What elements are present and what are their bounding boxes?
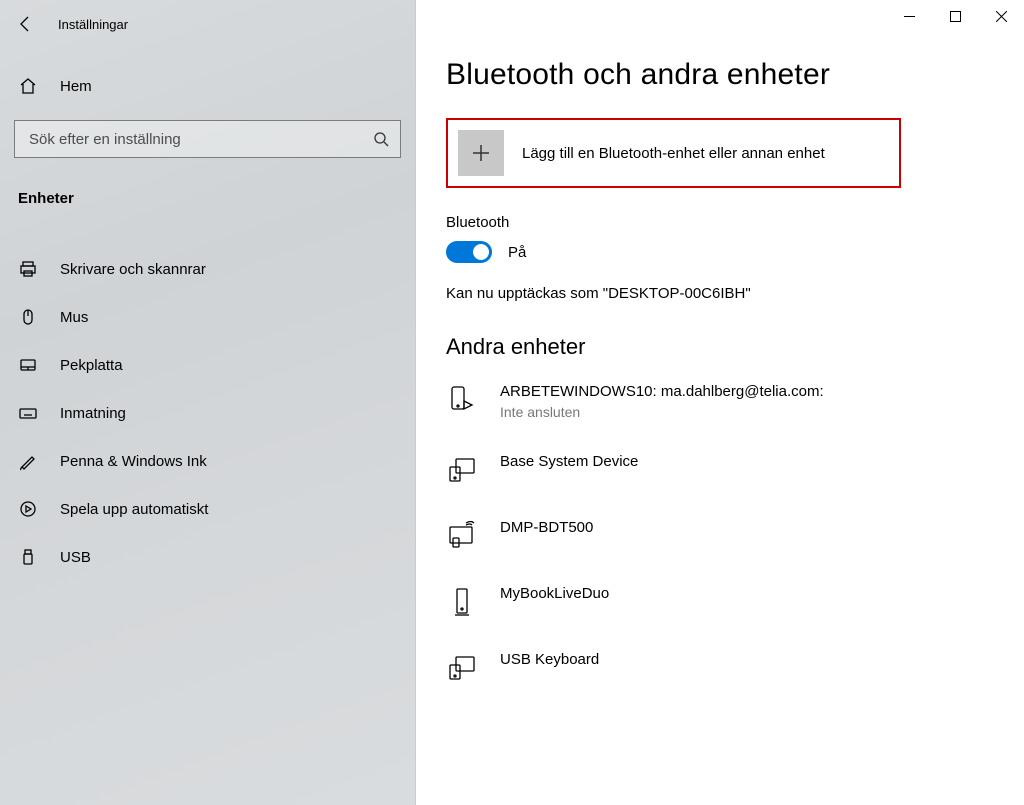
home-icon bbox=[18, 76, 38, 96]
autoplay-icon bbox=[18, 499, 38, 519]
sidebar-item-printers[interactable]: Skrivare och skannrar bbox=[0, 245, 415, 293]
phone-sync-icon bbox=[446, 382, 478, 416]
window-title: Inställningar bbox=[58, 17, 128, 32]
multi-device-icon bbox=[446, 650, 478, 684]
sidebar-item-pen[interactable]: Penna & Windows Ink bbox=[0, 437, 415, 485]
discoverable-text: Kan nu upptäckas som "DESKTOP-00C6IBH" bbox=[446, 285, 1004, 302]
device-item[interactable]: USB Keyboard bbox=[446, 644, 1004, 700]
sidebar-nav-list: Skrivare och skannrar Mus Pekplatta Inma… bbox=[0, 245, 415, 581]
sidebar-item-autoplay[interactable]: Spela upp automatiskt bbox=[0, 485, 415, 533]
usb-icon bbox=[18, 547, 38, 567]
bluetooth-label: Bluetooth bbox=[446, 214, 1004, 231]
back-button[interactable] bbox=[16, 14, 36, 34]
minimize-button[interactable] bbox=[886, 0, 932, 32]
titlebar-left: Inställningar bbox=[0, 0, 415, 48]
nav-label: Inmatning bbox=[60, 405, 126, 422]
sidebar: Inställningar Hem Enheter Skrivare och s… bbox=[0, 0, 416, 805]
toggle-knob bbox=[473, 244, 489, 260]
device-status: Inte ansluten bbox=[500, 404, 824, 420]
device-name: DMP-BDT500 bbox=[500, 518, 593, 538]
window-controls bbox=[886, 0, 1024, 32]
add-device-button[interactable]: Lägg till en Bluetooth-enhet eller annan… bbox=[446, 118, 901, 188]
sidebar-home[interactable]: Hem bbox=[0, 62, 415, 110]
sidebar-item-usb[interactable]: USB bbox=[0, 533, 415, 581]
vertical-scrollbar[interactable] bbox=[1016, 48, 1022, 805]
media-device-icon bbox=[446, 518, 478, 552]
close-button[interactable] bbox=[978, 0, 1024, 32]
keyboard-icon bbox=[18, 403, 38, 423]
printer-icon bbox=[18, 259, 38, 279]
nav-label: Skrivare och skannrar bbox=[60, 261, 206, 278]
other-devices-heading: Andra enheter bbox=[446, 334, 1004, 360]
nav-label: Pekplatta bbox=[60, 357, 123, 374]
sidebar-item-mouse[interactable]: Mus bbox=[0, 293, 415, 341]
touchpad-icon bbox=[18, 355, 38, 375]
device-item[interactable]: MyBookLiveDuo bbox=[446, 578, 1004, 634]
device-item[interactable]: DMP-BDT500 bbox=[446, 512, 1004, 568]
nav-label: Mus bbox=[60, 309, 88, 326]
bluetooth-toggle[interactable] bbox=[446, 241, 492, 263]
page-title: Bluetooth och andra enheter bbox=[446, 58, 1004, 92]
sidebar-item-typing[interactable]: Inmatning bbox=[0, 389, 415, 437]
device-name: ARBETEWINDOWS10: ma.dahlberg@telia.com: bbox=[500, 382, 824, 402]
device-name: USB Keyboard bbox=[500, 650, 599, 670]
sidebar-item-touchpad[interactable]: Pekplatta bbox=[0, 341, 415, 389]
add-device-label: Lägg till en Bluetooth-enhet eller annan… bbox=[522, 145, 825, 162]
home-label: Hem bbox=[60, 78, 92, 95]
maximize-button[interactable] bbox=[932, 0, 978, 32]
pen-icon bbox=[18, 451, 38, 471]
device-list: ARBETEWINDOWS10: ma.dahlberg@telia.com: … bbox=[446, 376, 1004, 700]
search-container bbox=[14, 120, 401, 158]
main-content: Bluetooth och andra enheter Lägg till en… bbox=[416, 0, 1024, 805]
multi-device-icon bbox=[446, 452, 478, 486]
device-item[interactable]: ARBETEWINDOWS10: ma.dahlberg@telia.com: … bbox=[446, 376, 1004, 436]
nav-label: USB bbox=[60, 549, 91, 566]
search-input[interactable] bbox=[14, 120, 401, 158]
device-name: MyBookLiveDuo bbox=[500, 584, 609, 604]
mouse-icon bbox=[18, 307, 38, 327]
bluetooth-toggle-row: På bbox=[446, 241, 1004, 263]
storage-icon bbox=[446, 584, 478, 618]
nav-label: Penna & Windows Ink bbox=[60, 453, 207, 470]
toggle-state-label: På bbox=[508, 244, 526, 261]
device-name: Base System Device bbox=[500, 452, 638, 472]
nav-label: Spela upp automatiskt bbox=[60, 501, 208, 518]
search-icon bbox=[373, 131, 389, 147]
plus-icon bbox=[458, 130, 504, 176]
device-item[interactable]: Base System Device bbox=[446, 446, 1004, 502]
sidebar-section-label: Enheter bbox=[0, 176, 415, 221]
